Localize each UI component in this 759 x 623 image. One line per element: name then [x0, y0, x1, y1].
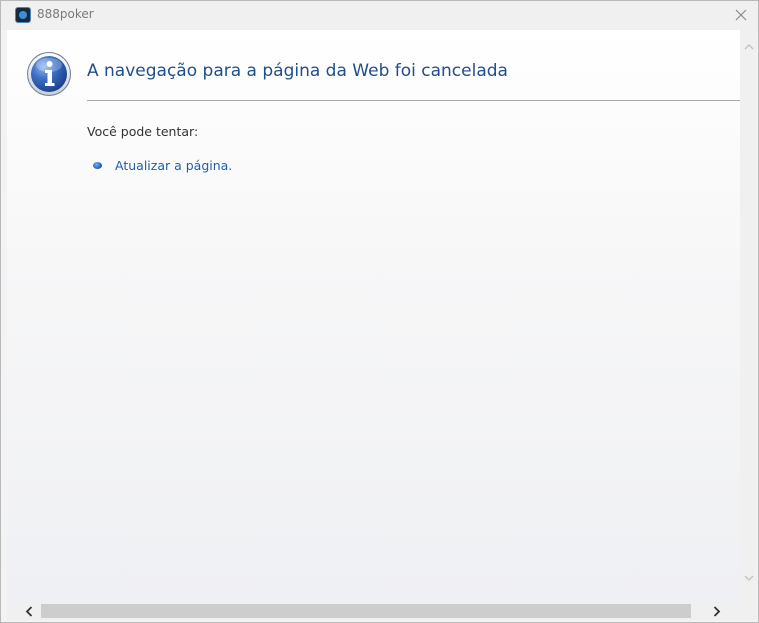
scrollbar-corner — [740, 603, 757, 620]
page-title: A navegação para a página da Web foi can… — [87, 61, 508, 81]
app-window: 888poker A navegação para a página da We… — [0, 0, 759, 623]
scroll-down-button[interactable] — [740, 570, 757, 587]
scroll-up-button[interactable] — [740, 38, 757, 55]
horizontal-scrollbar[interactable] — [7, 603, 740, 620]
title-bar[interactable]: 888poker — [1, 1, 758, 30]
888poker-app-icon — [15, 7, 31, 23]
scroll-right-button[interactable] — [707, 603, 727, 620]
window-title: 888poker — [37, 7, 94, 21]
suggestion-label: Você pode tentar: — [87, 124, 199, 139]
close-button[interactable] — [724, 1, 758, 29]
chevron-up-icon — [744, 44, 753, 50]
divider — [87, 100, 740, 101]
horizontal-scroll-thumb[interactable] — [41, 604, 691, 618]
info-icon — [27, 52, 71, 96]
chevron-right-icon — [713, 606, 721, 617]
close-icon — [735, 9, 747, 21]
chevron-left-icon — [25, 606, 33, 617]
browser-content: A navegação para a página da Web foi can… — [7, 30, 740, 603]
chevron-down-icon — [744, 575, 753, 581]
scroll-left-button[interactable] — [19, 603, 39, 620]
refresh-page-link[interactable]: Atualizar a página. — [115, 158, 232, 173]
vertical-scrollbar[interactable] — [740, 30, 757, 603]
bullet-icon — [93, 162, 102, 169]
